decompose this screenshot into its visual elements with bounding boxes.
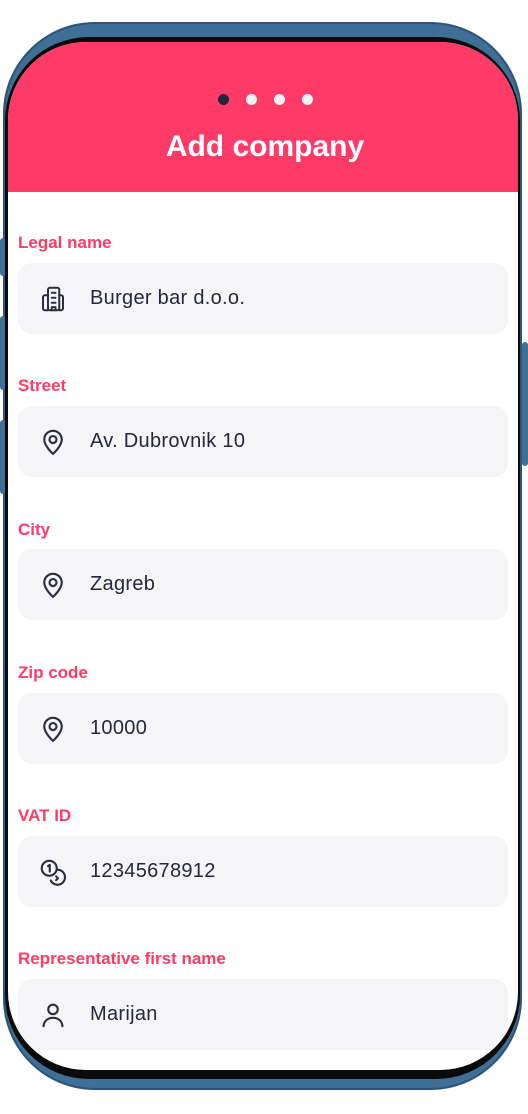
- step-indicator: [8, 94, 518, 105]
- legal-name-label: Legal name: [18, 233, 112, 252]
- location-pin-icon: [38, 427, 68, 457]
- vat-id-field[interactable]: 12345678912: [18, 836, 508, 907]
- city-label: City: [18, 520, 51, 539]
- location-pin-icon: [38, 570, 68, 600]
- page-title: Add company: [165, 130, 365, 163]
- representative-first-name-label: Representative first name: [18, 949, 226, 968]
- city-value: Zagreb: [90, 573, 156, 595]
- street-field[interactable]: Av. Dubrovnik 10: [18, 406, 508, 477]
- legal-name-value: Burger bar d.o.o.: [90, 287, 246, 309]
- city-field[interactable]: Zagreb: [18, 549, 508, 620]
- header: Add company: [8, 42, 518, 192]
- zip-code-label: Zip code: [18, 663, 88, 682]
- power-button: [522, 342, 528, 466]
- app-screen: Add company Legal name Burger bar d.o.o.…: [8, 42, 518, 1070]
- coins-icon: [38, 857, 68, 887]
- zip-code-field[interactable]: 10000: [18, 693, 508, 764]
- representative-first-name-field[interactable]: Marijan: [18, 979, 508, 1050]
- step-dot-3[interactable]: [273, 94, 285, 105]
- location-pin-icon: [38, 714, 68, 744]
- vat-id-value: 12345678912: [90, 860, 216, 882]
- street-label: Street: [18, 376, 67, 395]
- street-value: Av. Dubrovnik 10: [90, 430, 246, 452]
- step-dot-2[interactable]: [245, 94, 257, 105]
- step-dot-1[interactable]: [217, 94, 229, 105]
- legal-name-field[interactable]: Burger bar d.o.o.: [18, 263, 508, 334]
- zip-code-value: 10000: [90, 717, 148, 739]
- representative-first-name-value: Marijan: [90, 1003, 158, 1025]
- building-icon: [38, 284, 68, 314]
- step-dot-4[interactable]: [301, 94, 313, 105]
- user-icon: [38, 1000, 68, 1030]
- vat-id-label: VAT ID: [18, 806, 72, 825]
